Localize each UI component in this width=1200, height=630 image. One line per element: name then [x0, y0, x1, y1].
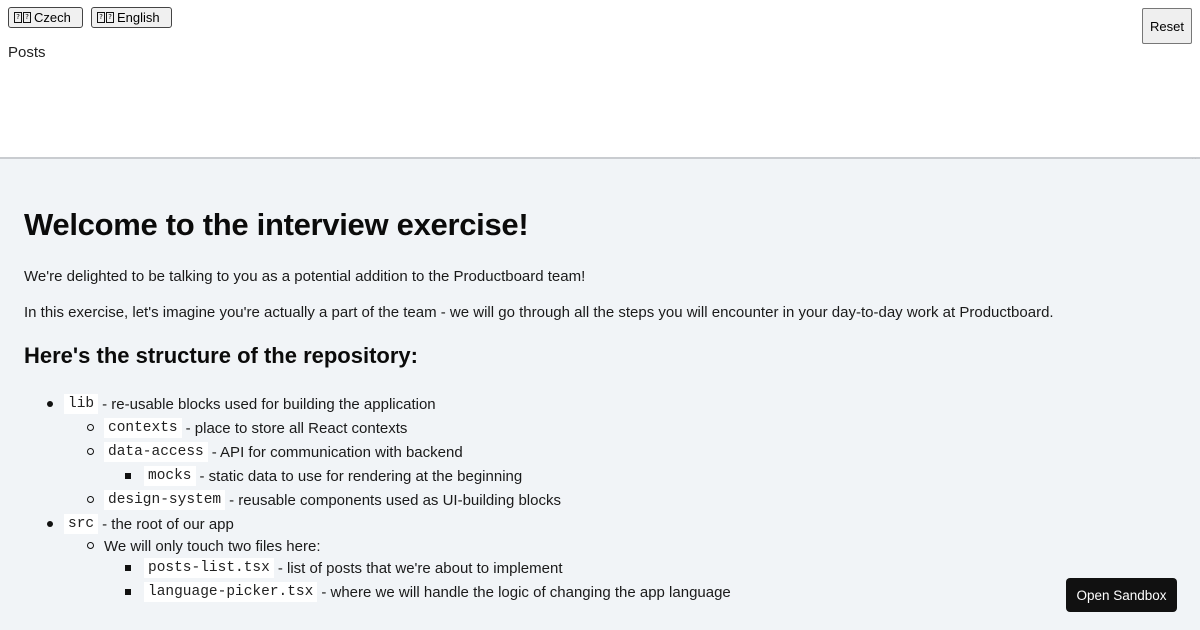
bullet-icon [87, 424, 94, 431]
tree-item-mocks: mocks - static data to use for rendering… [125, 464, 523, 488]
tree-item-contexts: contexts - place to store all React cont… [87, 416, 408, 440]
bullet-icon [125, 565, 131, 571]
reset-button[interactable]: Reset [1142, 8, 1192, 44]
open-sandbox-button[interactable]: Open Sandbox [1066, 578, 1177, 612]
structure-heading: Here's the structure of the repository: [24, 343, 418, 368]
code-contexts: contexts [104, 418, 182, 438]
tree-item-text: - the root of our app [102, 515, 234, 533]
bullet-icon [125, 589, 131, 595]
tree-item-text: - static data to use for rendering at th… [199, 467, 523, 485]
tree-item-two-files: We will only touch two files here: [87, 534, 321, 558]
tree-item-language-picker: language-picker.tsx - where we will hand… [125, 580, 731, 604]
english-flag-icon: ?? [97, 12, 114, 23]
tree-item-design-system: design-system - reusable components used… [87, 488, 561, 512]
tree-item-text: - where we will handle the logic of chan… [321, 583, 731, 601]
bullet-icon [47, 521, 53, 527]
code-posts-list: posts-list.tsx [144, 558, 274, 578]
readme-pane: Welcome to the interview exercise! We're… [0, 159, 1200, 630]
readme-intro: We're delighted to be talking to you as … [24, 268, 586, 285]
readme-title: Welcome to the interview exercise! [24, 207, 529, 242]
bullet-icon [87, 448, 94, 455]
tree-item-text: - re-usable blocks used for building the… [102, 395, 436, 413]
czech-flag-icon: ?? [14, 12, 31, 23]
code-language-picker: language-picker.tsx [144, 582, 318, 602]
language-button-czech[interactable]: ?? Czech [8, 7, 83, 28]
tree-item-text: - place to store all React contexts [185, 419, 408, 437]
tree-item-text: We will only touch two files here: [104, 537, 321, 555]
language-label: English [117, 10, 160, 25]
tree-item-posts-list: posts-list.tsx - list of posts that we'r… [125, 556, 563, 580]
bullet-icon [47, 401, 53, 407]
code-src: src [64, 514, 99, 534]
tree-item-text: - reusable components used as UI-buildin… [229, 491, 561, 509]
tree-item-text: - list of posts that we're about to impl… [277, 559, 563, 577]
tree-item-text: - API for communication with backend [211, 443, 463, 461]
code-design-system: design-system [104, 490, 226, 510]
tree-item-lib: lib - re-usable blocks used for building… [47, 392, 436, 416]
bullet-icon [87, 496, 94, 503]
readme-intro-2: In this exercise, let's imagine you're a… [24, 304, 1054, 321]
bullet-icon [125, 473, 131, 479]
code-data-access: data-access [104, 442, 208, 462]
code-mocks: mocks [144, 466, 196, 486]
posts-heading: Posts [8, 44, 46, 61]
tree-item-src: src - the root of our app [47, 512, 234, 536]
language-label: Czech [34, 10, 71, 25]
app-preview: ?? Czech ?? English Reset Posts [0, 0, 1200, 158]
language-button-english[interactable]: ?? English [91, 7, 172, 28]
tree-item-data-access: data-access - API for communication with… [87, 440, 463, 464]
bullet-icon [87, 542, 94, 549]
code-lib: lib [64, 394, 99, 414]
